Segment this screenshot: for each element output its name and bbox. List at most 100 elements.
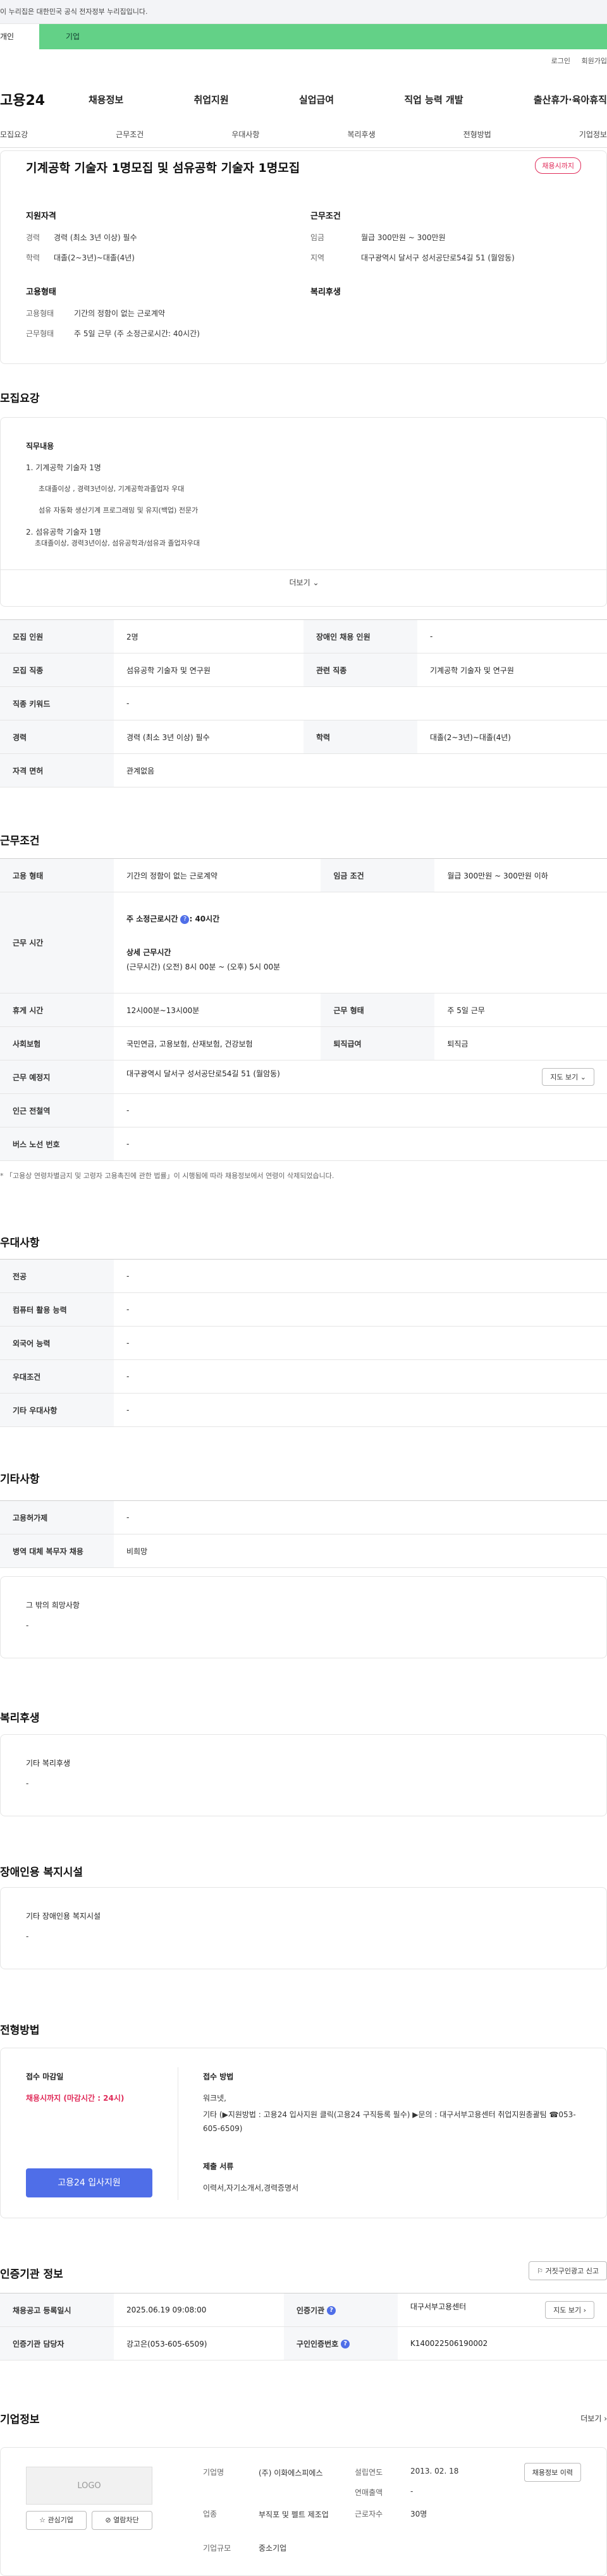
lnb-item-pref[interactable]: 우대사항: [231, 129, 259, 147]
info-icon[interactable]: ?: [327, 2306, 336, 2315]
job-title: 기계공학 기술자 1명모집 및 섬유공학 기술자 1명모집: [26, 161, 300, 175]
join-link[interactable]: 회원가입: [582, 57, 607, 65]
favorite-button[interactable]: ☆ 관심기업: [26, 2511, 87, 2530]
site-logo[interactable]: 고용24: [0, 89, 89, 109]
deadline-heading: 접수 마감일: [26, 2072, 64, 2081]
disabled-box: 기타 장애인용 복지시설 -: [0, 1887, 607, 1969]
company-logo: LOGO: [26, 2467, 152, 2505]
cell-header: 병역 대체 복무자 채용: [0, 1534, 114, 1568]
section-title-company: 기업정보: [0, 2414, 40, 2426]
cell-value: 기간의 정함이 없는 근로계약: [114, 858, 321, 892]
section-nav: 모집요강 근무조건 우대사항 복리후생 전형방법 기업정보: [0, 129, 607, 148]
report-button[interactable]: ⚐ 거짓구인광고 신고: [529, 2261, 607, 2280]
agency-map-button[interactable]: 지도 보기 ›: [545, 2301, 594, 2319]
cell-header: 모집 직종: [0, 653, 114, 687]
cell-value: -: [114, 1259, 607, 1293]
table-row: 인근 전철역 -: [0, 1093, 607, 1127]
cell-value: -: [114, 1393, 607, 1427]
block-button[interactable]: ⊘ 열람차단: [92, 2511, 152, 2530]
cell-value: -: [114, 686, 607, 720]
other-wishes-box: 그 밖의 희망사항 -: [0, 1576, 607, 1658]
table-row: 버스 노선 번호 -: [0, 1127, 607, 1161]
cell-value: 대구광역시 달서구 성서공단로54길 51 (월암동) 지도 보기 ⌄: [114, 1060, 607, 1094]
size-value: 중소기업: [259, 2544, 287, 2553]
duty-heading: 직무내용: [26, 442, 54, 451]
other-wishes-heading: 그 밖의 희망사항: [26, 1601, 80, 1610]
hours-value: : 40시간: [189, 914, 220, 923]
lnb-item-work[interactable]: 근무조건: [116, 129, 144, 147]
gnb-item-unemployment[interactable]: 실업급여: [299, 93, 334, 106]
cell-value: 비희망: [114, 1534, 607, 1568]
cell-value: -: [114, 1500, 607, 1534]
apply-button[interactable]: 고용24 입사지원: [26, 2168, 152, 2197]
gnb-item-training[interactable]: 직업 능력 개발: [404, 93, 463, 106]
gnb-item-jobs[interactable]: 채용정보: [89, 93, 123, 106]
docs-value: 이력서,자기소개서,경력증명서: [203, 2184, 299, 2192]
method-heading: 접수 방법: [203, 2072, 234, 2081]
company-more-link[interactable]: 더보기 ›: [580, 2413, 607, 2424]
company-name-value: (주) 이화에스피에스: [259, 2469, 323, 2477]
wage-row: 임금 월급 300만원 ~ 300만원: [310, 233, 446, 242]
chevron-down-icon: ⌄: [312, 578, 319, 587]
other-wishes-value: -: [26, 1621, 29, 1630]
table-row: 직종 키워드 -: [0, 686, 607, 720]
section-title-cert: 인증기관 정보: [0, 2268, 63, 2281]
disabled-value: -: [26, 1932, 29, 1941]
docs-heading: 제출 서류: [203, 2162, 234, 2171]
section-title-work: 근무조건: [0, 835, 40, 848]
cell-value: -: [417, 619, 607, 653]
detail-hours-value: (근무시간) (오전) 8시 00분 ~ (오후) 5시 00분: [126, 963, 281, 971]
login-link[interactable]: 로그인: [551, 57, 570, 65]
employees-value: 30명: [410, 2510, 427, 2518]
duty-line: 초대졸이상, 경력3년이상, 섬유공학과/섬유과 졸업자우대: [35, 539, 200, 547]
lnb-item-welfare[interactable]: 복리후생: [347, 129, 375, 147]
cell-value: 주 5일 근무: [434, 993, 607, 1027]
star-icon: ☆: [39, 2516, 46, 2524]
etc-table: 고용허가제 - 병역 대체 복무자 채용 비희망: [0, 1500, 607, 1568]
workplace-address: 대구광역시 달서구 성서공단로54길 51 (월암동): [126, 1069, 280, 1078]
table-row: 자격 면허 관계없음: [0, 753, 607, 787]
table-row: 컴퓨터 활용 능력 -: [0, 1292, 607, 1327]
cell-value: 국민연금, 고용보험, 산재보험, 건강보험: [114, 1026, 321, 1060]
lnb-item-process[interactable]: 전형방법: [463, 129, 491, 147]
tab-personal[interactable]: 개인: [0, 24, 39, 49]
cell-header: 임금 조건: [321, 858, 435, 892]
employees-label: 근로자수: [355, 2510, 383, 2518]
cell-header: 구인인증번호?: [283, 2326, 398, 2360]
block-icon: ⊘: [105, 2516, 111, 2524]
lnb-item-company[interactable]: 기업정보: [579, 129, 607, 147]
employment-row: 고용형태 기간의 정함이 없는 근로계약: [26, 309, 165, 318]
cell-header: 인근 전철역: [0, 1093, 114, 1127]
deadline-badge: 채용시까지: [535, 157, 581, 174]
table-row: 외국어 능력 -: [0, 1326, 607, 1360]
gnb-item-leave[interactable]: 출산휴가·육아휴직: [534, 93, 607, 106]
map-button[interactable]: 지도 보기 ⌄: [542, 1068, 594, 1086]
employment-heading: 고용형태: [26, 288, 56, 297]
welfare-heading: 기타 복리후생: [26, 1759, 71, 1768]
gnb-item-support[interactable]: 취업지원: [193, 93, 228, 106]
work-table: 고용 형태 기간의 정함이 없는 근로계약 임금 조건 월급 300만원 ~ 3…: [0, 858, 607, 1161]
industry-value: 부직포 및 펠트 제조업: [259, 2510, 329, 2519]
disabled-heading: 기타 장애인용 복지시설: [26, 1912, 101, 1921]
cell-header: 기타 우대사항: [0, 1393, 114, 1427]
lnb-item-recruit[interactable]: 모집요강: [0, 129, 28, 147]
cell-header: 관련 직종: [304, 653, 417, 687]
cell-value: 월급 300만원 ~ 300만원 이하: [434, 858, 607, 892]
tab-company[interactable]: 기업: [39, 24, 607, 49]
cell-header: 근무 예정지: [0, 1060, 114, 1094]
welfare-heading: 복리후생: [310, 288, 341, 297]
welfare-value: -: [26, 1779, 29, 1788]
cell-value: -: [114, 1093, 607, 1127]
recruit-history-button[interactable]: 채용정보 이력: [524, 2463, 581, 2482]
age-note: * 「고용상 연령차별금지 및 고령자 고용촉진에 관한 법률」이 시행됨에 따…: [0, 1172, 334, 1180]
cell-value: 2명: [114, 619, 304, 653]
more-button[interactable]: 더보기 ⌄: [1, 569, 607, 595]
cell-header: 직종 키워드: [0, 686, 114, 720]
pref-table: 전공 - 컴퓨터 활용 능력 - 외국어 능력 - 우대조건 - 기타 우대사항 -: [0, 1259, 607, 1427]
cell-value: 강고은(053-605-6509): [114, 2326, 284, 2360]
cell-header: 모집 인원: [0, 619, 114, 653]
table-row: 사회보험 국민연금, 고용보험, 산재보험, 건강보험 퇴직급여 퇴직금: [0, 1026, 607, 1060]
section-title-disabled: 장애인용 복지시설: [0, 1866, 83, 1879]
info-icon[interactable]: ?: [180, 914, 190, 924]
info-icon[interactable]: ?: [341, 2340, 350, 2348]
